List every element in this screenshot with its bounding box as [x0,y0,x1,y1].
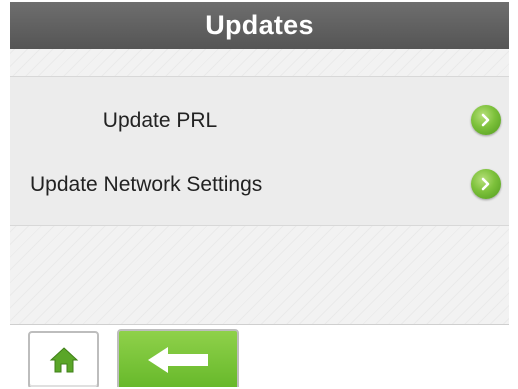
back-button[interactable] [117,329,239,387]
menu-item-label: Update PRL [102,109,218,132]
arrow-left-icon [148,347,208,373]
menu-item-update-network-settings[interactable]: Update Network Settings [10,155,509,215]
home-icon [49,347,78,373]
update-network-settings-go-button[interactable] [471,169,501,199]
update-prl-go-button[interactable] [471,105,501,135]
menu-item-label: Update Network Settings [30,173,263,196]
menu-panel: Update PRL Update Network Settings [10,76,509,226]
device-frame: Updates Update PRL Update Network Settin… [0,0,518,389]
chevron-right-icon [481,177,490,191]
bottom-navigation-bar [10,324,509,387]
updates-screen: Updates Update PRL Update Network Settin… [10,2,509,387]
chevron-right-icon [481,113,490,127]
page-title: Updates [205,10,314,40]
title-bar: Updates [10,2,509,49]
menu-item-update-prl[interactable]: Update PRL [10,91,509,151]
home-button[interactable] [28,331,99,387]
